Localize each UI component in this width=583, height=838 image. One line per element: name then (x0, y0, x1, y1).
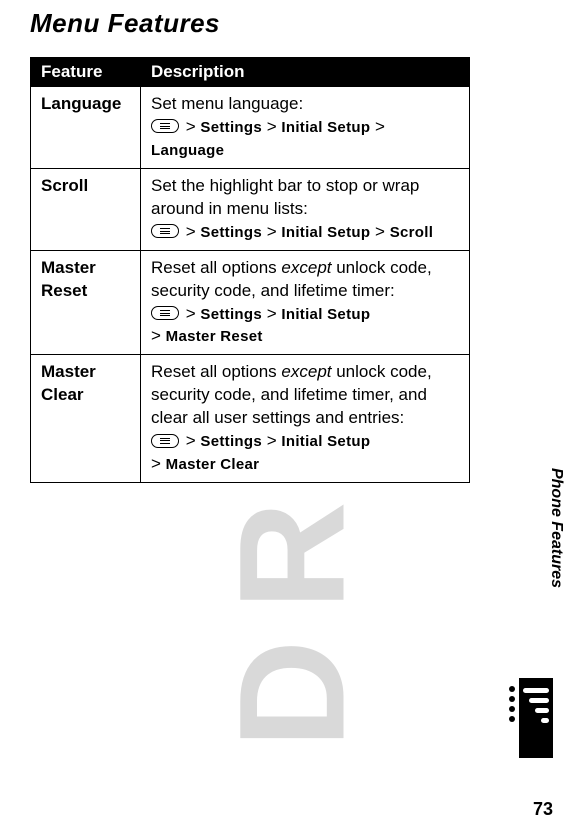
page-number: 73 (533, 799, 553, 820)
feature-name: Scroll (31, 168, 141, 250)
feature-description: Reset all options except unlock code, se… (141, 250, 470, 355)
page-title: Menu Features (30, 8, 553, 39)
feature-description: Set the highlight bar to stop or wrap ar… (141, 168, 470, 250)
feature-description: Set menu language: > Settings > Initial … (141, 87, 470, 169)
menu-key-icon (151, 434, 179, 448)
section-label: Phone Features (547, 468, 565, 588)
features-table: Feature Description Language Set menu la… (30, 57, 470, 483)
table-row: Scroll Set the highlight bar to stop or … (31, 168, 470, 250)
table-row: Master Reset Reset all options except un… (31, 250, 470, 355)
table-row: Master Clear Reset all options except un… (31, 355, 470, 483)
tab-graphic-icon (519, 678, 553, 758)
menu-key-icon (151, 119, 179, 133)
menu-key-icon (151, 306, 179, 320)
feature-description: Reset all options except unlock code, se… (141, 355, 470, 483)
menu-key-icon (151, 224, 179, 238)
col-description: Description (141, 58, 470, 87)
col-feature: Feature (31, 58, 141, 87)
thumb-tab: Phone Features (519, 678, 553, 758)
table-row: Language Set menu language: > Settings >… (31, 87, 470, 169)
feature-name: Language (31, 87, 141, 169)
feature-name: Master Clear (31, 355, 141, 483)
feature-name: Master Reset (31, 250, 141, 355)
